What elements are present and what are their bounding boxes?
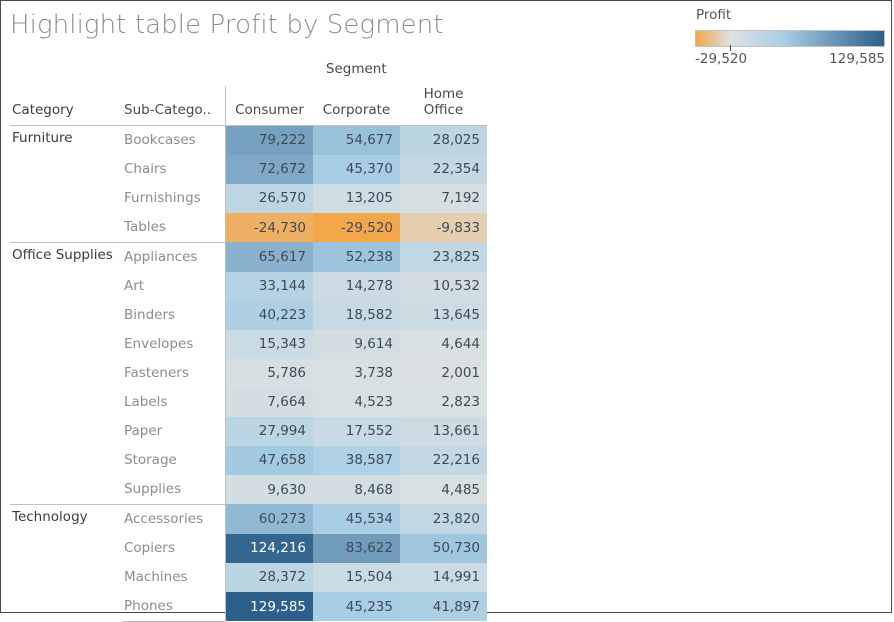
subcategory-label[interactable]: Tables — [122, 213, 226, 243]
profit-cell[interactable]: -9,833 — [400, 212, 487, 243]
profit-cell[interactable]: 45,370 — [313, 154, 400, 184]
profit-cell[interactable]: 7,192 — [400, 183, 487, 213]
legend-title: Profit — [696, 7, 732, 23]
header-consumer[interactable]: Consumer — [225, 86, 313, 126]
subcategory-label[interactable]: Art — [122, 272, 226, 301]
profit-table: Segment Category Sub-Catego.. Consumer C… — [10, 61, 487, 622]
profit-cell[interactable]: 18,582 — [313, 300, 400, 330]
profit-cell[interactable]: 22,216 — [400, 445, 487, 475]
profit-cell[interactable]: 83,622 — [313, 533, 400, 563]
profit-cell[interactable]: 8,468 — [313, 474, 400, 505]
profit-cell[interactable]: 4,644 — [400, 329, 487, 359]
subcategory-label[interactable]: Copiers — [122, 534, 226, 563]
highlight-table: Segment Category Sub-Catego.. Consumer C… — [10, 61, 487, 622]
spacer-cell-subcategory — [122, 61, 226, 86]
legend-ramp-wrapper — [695, 30, 885, 51]
subcategory-label[interactable]: Paper — [122, 417, 226, 446]
profit-cell[interactable]: 124,216 — [225, 533, 313, 563]
profit-cell[interactable]: 41,897 — [400, 591, 487, 622]
table-row[interactable]: Furniture Bookcases 79,222 54,677 28,025 — [10, 124, 487, 243]
profit-cell[interactable]: 14,991 — [400, 562, 487, 592]
subcategory-label[interactable]: Accessories — [122, 503, 226, 534]
table-row[interactable]: Technology Accessories 60,273 45,534 23,820 — [10, 503, 487, 622]
profit-cell[interactable]: 52,238 — [313, 242, 400, 272]
profit-cell[interactable]: 7,664 — [225, 387, 313, 417]
subcategory-label[interactable]: Binders — [122, 301, 226, 330]
profit-cell[interactable]: 79,222 — [225, 125, 313, 155]
profit-cell[interactable]: 2,823 — [400, 387, 487, 417]
profit-cell[interactable]: 5,786 — [225, 358, 313, 388]
profit-cell[interactable]: 15,343 — [225, 329, 313, 359]
subcategory-label[interactable]: Chairs — [122, 155, 226, 184]
profit-cell[interactable]: 22,354 — [400, 154, 487, 184]
profit-cell[interactable]: 45,534 — [313, 504, 400, 534]
viz-frame: Highlight table Profit by Segment Profit… — [0, 0, 892, 622]
profit-cell[interactable]: 4,523 — [313, 387, 400, 417]
header-subcategory[interactable]: Sub-Catego.. — [122, 86, 226, 126]
profit-cell[interactable]: 4,485 — [400, 474, 487, 505]
table-body: Furniture Bookcases 79,222 54,677 28,025 Chai… — [10, 124, 487, 622]
header-home-office[interactable]: Home Office — [400, 86, 487, 126]
profit-cell[interactable]: 9,630 — [225, 474, 313, 505]
category-label[interactable]: Technology — [10, 503, 122, 622]
subcategory-label[interactable]: Phones — [122, 591, 226, 622]
legend-min-label: -29,520 — [695, 51, 748, 67]
spacer-cell-category — [10, 61, 122, 86]
column-group-label: Segment — [325, 61, 387, 77]
profit-cell[interactable]: 13,661 — [400, 416, 487, 446]
profit-cell[interactable]: 3,738 — [313, 358, 400, 388]
profit-cell[interactable]: 2,001 — [400, 358, 487, 388]
subcategory-label[interactable]: Supplies — [122, 475, 226, 505]
profit-cell[interactable]: 40,223 — [225, 300, 313, 330]
profit-cell[interactable]: 72,672 — [225, 154, 313, 184]
table-head: Segment Category Sub-Catego.. Consumer C… — [10, 61, 487, 126]
profit-cell[interactable]: 13,205 — [313, 183, 400, 213]
profit-cell[interactable]: 9,614 — [313, 329, 400, 359]
legend-max-label: 129,585 — [829, 51, 885, 67]
profit-cell[interactable]: 28,372 — [225, 562, 313, 592]
profit-cell[interactable]: 23,820 — [400, 504, 487, 534]
profit-cell[interactable]: 33,144 — [225, 271, 313, 301]
page-title: Highlight table Profit by Segment — [10, 10, 444, 40]
profit-cell[interactable]: 28,025 — [400, 125, 487, 155]
subcategory-label[interactable]: Appliances — [122, 241, 226, 272]
profit-cell[interactable]: -29,520 — [313, 212, 400, 243]
category-label[interactable]: Office Supplies — [10, 241, 122, 505]
profit-cell[interactable]: 45,235 — [313, 591, 400, 622]
profit-cell[interactable]: 23,825 — [400, 242, 487, 272]
segment-title-row: Segment — [10, 61, 487, 86]
profit-cell[interactable]: 60,273 — [225, 504, 313, 534]
profit-cell[interactable]: 17,552 — [313, 416, 400, 446]
profit-cell[interactable]: 129,585 — [225, 591, 313, 622]
table-row[interactable]: Office Supplies Appliances 65,617 52,238 23,… — [10, 241, 487, 505]
subcategory-label[interactable]: Labels — [122, 388, 226, 417]
subcategory-label[interactable]: Furnishings — [122, 184, 226, 213]
profit-cell[interactable]: 14,278 — [313, 271, 400, 301]
profit-cell[interactable]: 47,658 — [225, 445, 313, 475]
legend-labels: -29,520 129,585 — [695, 51, 885, 69]
profit-cell[interactable]: 13,645 — [400, 300, 487, 330]
subcategory-label[interactable]: Machines — [122, 563, 226, 592]
profit-cell[interactable]: 27,994 — [225, 416, 313, 446]
color-legend: Profit -29,520 129,585 — [695, 7, 887, 69]
profit-cell[interactable]: 38,587 — [313, 445, 400, 475]
profit-cell[interactable]: 10,532 — [400, 271, 487, 301]
profit-cell[interactable]: 54,677 — [313, 125, 400, 155]
category-label[interactable]: Furniture — [10, 124, 122, 243]
profit-cell[interactable]: -24,730 — [225, 212, 313, 243]
profit-cell[interactable]: 65,617 — [225, 242, 313, 272]
profit-cell[interactable]: 26,570 — [225, 183, 313, 213]
subcategory-label[interactable]: Storage — [122, 446, 226, 475]
subcategory-label[interactable]: Fasteners — [122, 359, 226, 388]
legend-gradient-ramp[interactable] — [695, 30, 885, 47]
header-category[interactable]: Category — [10, 86, 122, 126]
subcategory-label[interactable]: Bookcases — [122, 124, 226, 155]
column-header-row: Category Sub-Catego.. Consumer Corporate… — [10, 86, 487, 126]
subcategory-label[interactable]: Envelopes — [122, 330, 226, 359]
profit-cell[interactable]: 50,730 — [400, 533, 487, 563]
header-corporate[interactable]: Corporate — [313, 86, 400, 126]
profit-cell[interactable]: 15,504 — [313, 562, 400, 592]
